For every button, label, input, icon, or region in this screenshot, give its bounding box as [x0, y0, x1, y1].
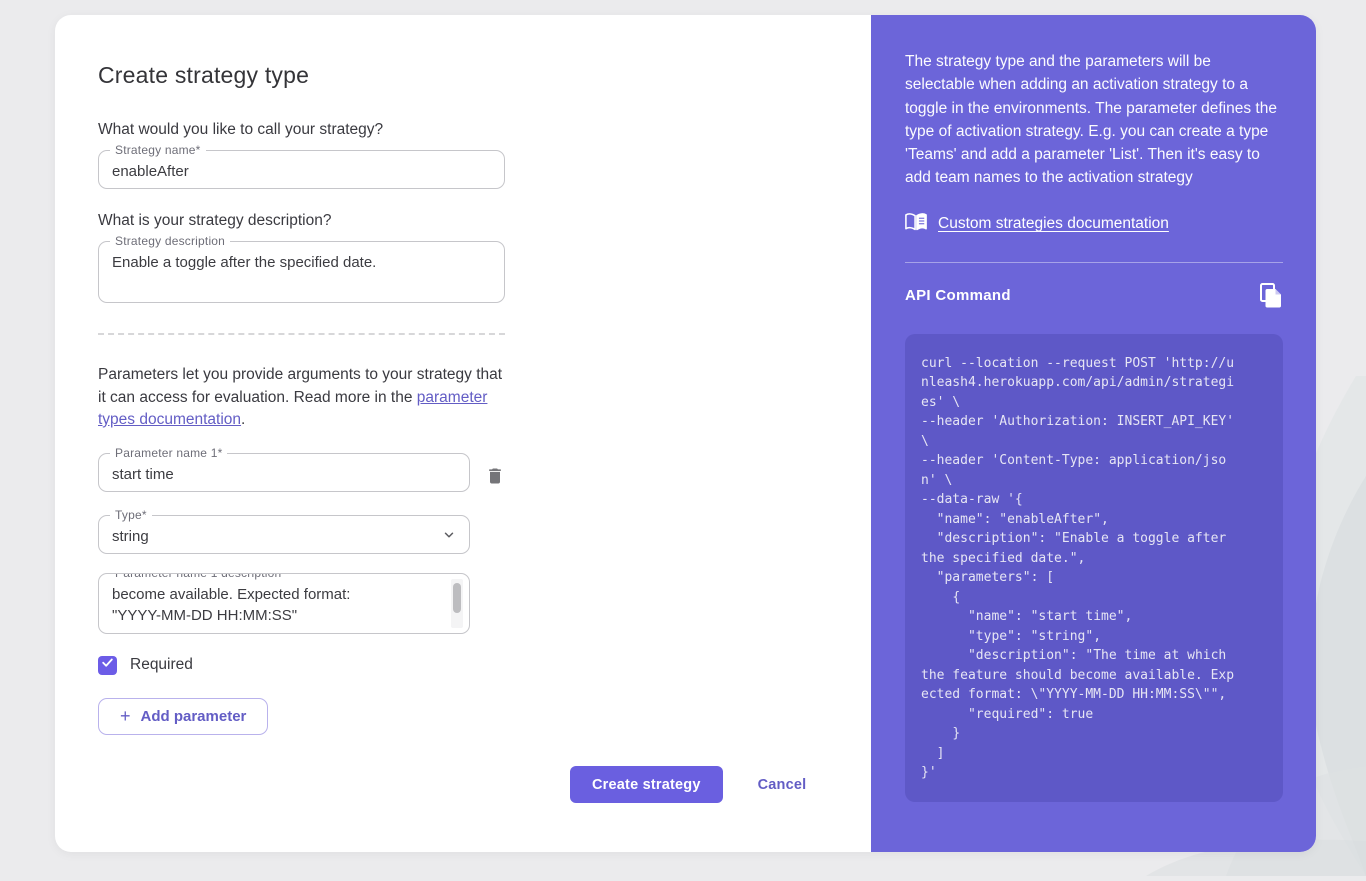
create-strategy-button[interactable]: Create strategy — [570, 766, 723, 803]
add-parameter-label: Add parameter — [141, 708, 247, 725]
parameter-type-label: Type* — [110, 508, 152, 522]
panel-info-text: The strategy type and the parameters wil… — [905, 50, 1283, 190]
copy-command-button[interactable] — [1259, 282, 1283, 309]
parameter-name-label: Parameter name 1* — [110, 446, 227, 460]
strategy-name-label: Strategy name* — [110, 143, 206, 157]
parameters-intro: Parameters let you provide arguments to … — [98, 364, 512, 432]
parameter-type-select[interactable]: Type* string — [98, 515, 470, 554]
chevron-down-icon — [442, 528, 456, 547]
strategy-description-label: Strategy description — [110, 234, 230, 248]
cancel-button[interactable]: Cancel — [758, 777, 807, 793]
docs-link-label[interactable]: Custom strategies documentation — [938, 215, 1169, 233]
trash-icon — [485, 475, 505, 490]
add-parameter-button[interactable]: + Add parameter — [98, 698, 268, 735]
api-command-code: curl --location --request POST 'http://u… — [921, 354, 1234, 783]
strategy-form: Create strategy type What would you like… — [98, 62, 518, 735]
custom-strategies-docs-link[interactable]: Custom strategies documentation — [905, 213, 1283, 236]
form-actions: Create strategy Cancel — [570, 766, 806, 803]
strategy-name-input[interactable]: Strategy name* enableAfter — [98, 150, 505, 189]
info-side-panel: The strategy type and the parameters wil… — [871, 15, 1316, 852]
api-command-title: API Command — [905, 287, 1011, 304]
required-checkbox[interactable] — [98, 656, 117, 675]
create-strategy-card: Create strategy type What would you like… — [55, 15, 1316, 852]
section-divider — [98, 333, 505, 335]
book-icon — [905, 213, 927, 236]
strategy-description-question: What is your strategy description? — [98, 212, 518, 230]
plus-icon: + — [120, 706, 131, 727]
delete-parameter-button[interactable] — [485, 465, 505, 487]
textarea-scrollbar — [451, 579, 463, 628]
parameter-description-input[interactable]: Parameter name 1 description become avai… — [98, 573, 470, 634]
copy-icon — [1259, 297, 1283, 312]
scrollbar-thumb[interactable] — [453, 583, 461, 613]
parameter-name-input[interactable]: Parameter name 1* start time — [98, 453, 470, 492]
parameter-type-value: string — [99, 516, 469, 555]
parameters-intro-period: . — [241, 411, 245, 428]
strategy-description-input[interactable]: Strategy description Enable a toggle aft… — [98, 241, 505, 303]
required-checkbox-label: Required — [130, 656, 193, 674]
parameter-description-label: Parameter name 1 description — [110, 573, 286, 580]
parameter-description-value: become available. Expected format: "YYYY… — [99, 574, 469, 634]
api-command-code-block: curl --location --request POST 'http://u… — [905, 334, 1283, 802]
strategy-name-question: What would you like to call your strateg… — [98, 121, 518, 139]
panel-divider — [905, 262, 1283, 263]
check-icon — [101, 656, 114, 674]
page-title: Create strategy type — [98, 62, 518, 89]
